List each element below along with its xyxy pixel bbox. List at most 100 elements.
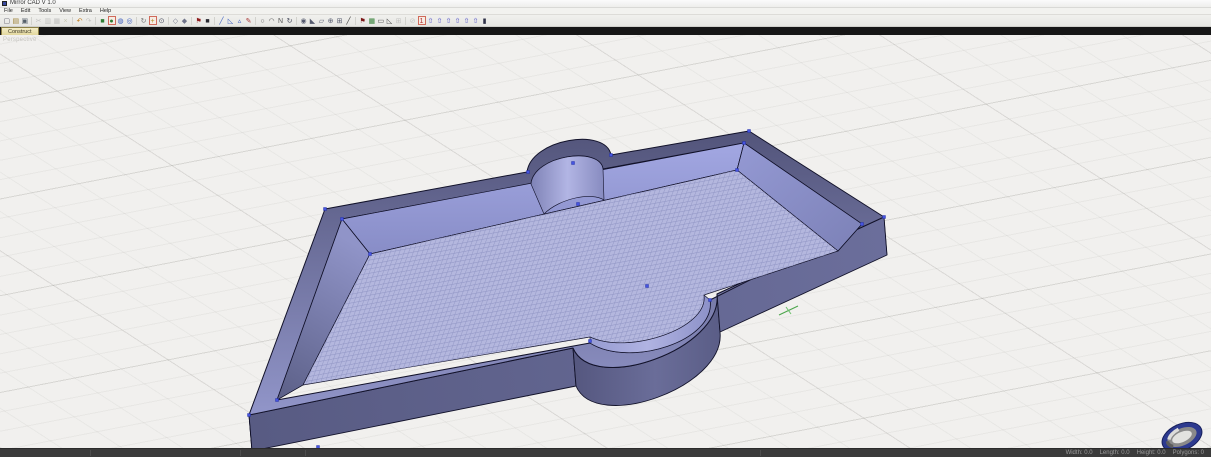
flag-marker-tool[interactable]: ⚑ [195,16,203,25]
chamfer-tool[interactable]: ◣ [309,16,317,25]
status-separator [305,450,306,456]
cut-button: ✂ [35,16,43,25]
anchor-tool[interactable]: ⊕ [327,16,335,25]
open-folder-button[interactable]: ▤ [12,16,20,25]
line-tool[interactable]: ╱ [218,16,226,25]
control-point[interactable] [883,216,886,219]
cylinder-tool[interactable]: ◍ [117,16,125,25]
menu-file[interactable]: File [0,8,17,14]
mirror-tool[interactable]: ⊞ [336,16,344,25]
paste-button: ▦ [53,16,61,25]
extrude-up-tool-3[interactable]: ⇧ [445,16,453,25]
undo-button[interactable]: ↶ [76,16,84,25]
disabled-mode-tool: ⊘ [409,16,417,25]
status-width: Width: 0.0 [1066,449,1093,457]
menu-edit[interactable]: Edit [17,8,34,14]
nav-orbit-widget[interactable] [1158,417,1207,448]
model-tray[interactable] [249,131,887,448]
layer-1-button[interactable]: 1 [418,16,426,25]
toolbar-separator [405,17,406,25]
control-point[interactable] [861,223,864,226]
save-file-button[interactable]: ▣ [21,16,29,25]
paint-flag-tool[interactable]: ⚑ [359,16,367,25]
status-separator [760,450,761,456]
menu-bar: FileEditToolsViewExtraHelp [0,8,1211,15]
menu-help[interactable]: Help [96,8,115,14]
circle-tool[interactable]: ○ [259,16,267,25]
toolbar-separator [168,17,169,25]
copy-button: ▥ [44,16,52,25]
triangle-tool[interactable]: ◺ [227,16,235,25]
control-point[interactable] [572,162,575,165]
origin-marker [779,306,798,315]
toolbar-separator [296,17,297,25]
menu-view[interactable]: View [55,8,75,14]
revolve-tool[interactable]: ↻ [286,16,294,25]
toolbar-separator [95,17,96,25]
extrude-up-tool-5[interactable]: ⇧ [463,16,471,25]
solid-fill-tool[interactable]: ■ [204,16,212,25]
toolbar-separator [255,17,256,25]
status-height: Height: 0.0 [1137,449,1166,457]
pen-tool[interactable]: ✎ [245,16,253,25]
status-length: Length: 0.0 [1100,449,1130,457]
extrude-up-tool-4[interactable]: ⇧ [454,16,462,25]
mesh-box-tool[interactable]: ▦ [368,16,376,25]
status-separator [240,450,241,456]
viewport-3d-canvas[interactable] [0,35,1211,448]
curve-tool[interactable]: N [277,16,285,25]
status-separator [90,450,91,456]
control-point[interactable] [709,299,712,302]
control-point[interactable] [646,285,649,288]
control-point[interactable] [610,154,613,157]
extrude-up-tool-6[interactable]: ⇧ [472,16,480,25]
delete-button: × [62,16,70,25]
target-point-tool[interactable]: ◉ [300,16,308,25]
orbit-view-tool[interactable]: ↻ [140,16,148,25]
toolbar-separator [191,17,192,25]
app-window: Mirror CAD V 1.0 FileEditToolsViewExtraH… [0,0,1211,457]
control-point[interactable] [589,340,592,343]
toolbar-separator [214,17,215,25]
array-tool: ⊞ [395,16,403,25]
arc-tool[interactable]: ◠ [268,16,276,25]
control-point[interactable] [341,218,344,221]
control-point[interactable] [736,169,739,172]
solid-view-toggle[interactable]: ▮ [481,16,489,25]
menu-extra[interactable]: Extra [75,8,96,14]
wedge-tool[interactable]: ◺ [386,16,394,25]
control-point[interactable] [577,203,580,206]
toolbar-separator [355,17,356,25]
status-fields: Width: 0.0 Length: 0.0 Height: 0.0 Polygons… [1066,449,1211,457]
menu-tools[interactable]: Tools [34,8,55,14]
status-bar: Width: 0.0 Length: 0.0 Height: 0.0 Polygons… [0,448,1211,457]
title-bar: Mirror CAD V 1.0 [0,0,1211,8]
box-solid-tool[interactable]: ■ [99,16,107,25]
tab-construct[interactable]: Construct [1,27,39,35]
rect-tool[interactable]: ▭ [377,16,385,25]
control-point[interactable] [248,414,251,417]
sphere-tool[interactable]: ● [108,16,116,25]
control-point[interactable] [276,399,279,402]
torus-tool[interactable]: ◎ [126,16,134,25]
polyline-tool[interactable]: ▵ [236,16,244,25]
plane-tool[interactable]: ▱ [318,16,326,25]
control-point[interactable] [317,446,320,449]
slice-tool[interactable]: ╱ [345,16,353,25]
zoom-view-tool[interactable]: ⊙ [158,16,166,25]
control-point[interactable] [743,142,746,145]
snap-point-tool[interactable]: ◇ [172,16,180,25]
status-polygons: Polygons: 0 [1173,449,1204,457]
snap-grid-tool[interactable]: ◆ [181,16,189,25]
edit-points-tool[interactable]: + [149,16,157,25]
control-point[interactable] [527,171,530,174]
control-point[interactable] [324,208,327,211]
control-point[interactable] [748,130,751,133]
new-file-button[interactable]: ▢ [3,16,11,25]
toolbar: ▢▤▣✂▥▦×↶↷■●◍◎↻+⊙◇◆⚑■╱◺▵✎○◠N↻◉◣▱⊕⊞╱⚑▦▭◺⊞⊘… [0,15,1211,27]
control-point[interactable] [369,253,372,256]
viewport[interactable]: Perspective [0,35,1211,448]
extrude-up-tool-1[interactable]: ⇧ [427,16,435,25]
extrude-up-tool-2[interactable]: ⇧ [436,16,444,25]
window-title: Mirror CAD V 1.0 [10,0,56,7]
